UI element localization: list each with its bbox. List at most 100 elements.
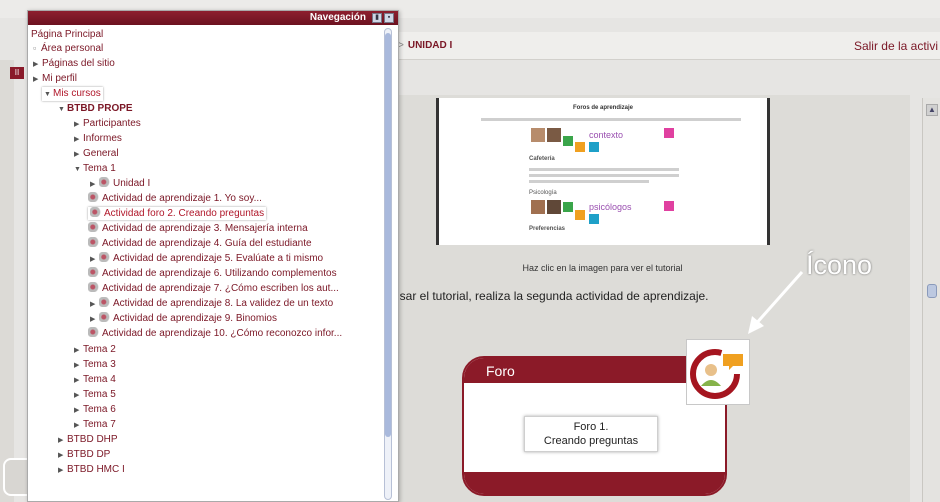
nav-item-label[interactable]: BTBD HMC I (67, 464, 125, 475)
nav-item-tema-5[interactable]: ▶ Tema 5 (74, 388, 116, 402)
collapse-arrow-icon[interactable]: ▼ (74, 163, 83, 176)
tutorial-swatch (664, 201, 674, 211)
nav-item-label[interactable]: General (83, 148, 119, 159)
nav-item-label[interactable]: Actividad de aprendizaje 1. Yo soy... (102, 193, 262, 204)
nav-item-label[interactable]: Actividad de aprendizaje 8. La validez d… (113, 298, 333, 309)
nav-item-label[interactable]: Página Principal (31, 29, 103, 40)
nav-item-label[interactable]: Tema 2 (83, 344, 116, 355)
nav-item-label[interactable]: Tema 1 (83, 163, 116, 174)
nav-item-label[interactable]: Actividad de aprendizaje 5. Evalúate a t… (113, 253, 323, 264)
foro-link-box[interactable]: Foro 1. Creando preguntas (524, 416, 658, 452)
nav-item-tema-1[interactable]: ▼ Tema 1 (74, 162, 116, 176)
tutorial-swatch (664, 128, 674, 138)
expand-arrow-icon[interactable]: ▶ (90, 313, 99, 326)
nav-item-label[interactable]: Mi perfil (42, 73, 77, 84)
nav-item-label[interactable]: Actividad de aprendizaje 7. ¿Cómo escrib… (102, 283, 339, 294)
nav-item-label[interactable]: BTBD PROPE (67, 103, 133, 114)
nav-item-activity-8[interactable]: ▶ Actividad de aprendizaje 8. La validez … (90, 297, 333, 311)
expand-arrow-icon[interactable]: ▶ (74, 419, 83, 432)
nav-item-label[interactable]: Participantes (83, 118, 141, 129)
breadcrumb-current[interactable]: UNIDAD I (408, 40, 452, 51)
nav-item-label[interactable]: Tema 3 (83, 359, 116, 370)
nav-item-label[interactable]: BTBD DP (67, 449, 110, 460)
nav-item-label[interactable]: BTBD DHP (67, 434, 118, 445)
scroll-thumb[interactable] (927, 284, 937, 298)
nav-item-activity-4[interactable]: Actividad de aprendizaje 4. Guía del est… (88, 237, 312, 250)
expand-arrow-icon[interactable]: ▶ (74, 344, 83, 357)
expand-arrow-icon[interactable]: ▶ (33, 73, 42, 86)
nav-item-label[interactable]: Actividad foro 2. Creando preguntas (104, 208, 264, 219)
nav-item-label[interactable]: Informes (83, 133, 122, 144)
collapse-icon[interactable]: ▪ (384, 13, 394, 23)
nav-item-activity-3[interactable]: Actividad de aprendizaje 3. Mensajería i… (88, 222, 308, 235)
nav-item-tema-2[interactable]: ▶ Tema 2 (74, 343, 116, 357)
nav-item-course-dp[interactable]: ▶ BTBD DP (58, 448, 110, 462)
nav-item-tema-6[interactable]: ▶ Tema 6 (74, 403, 116, 417)
navigation-block: Navegación ▮ ▪ Página Principal ▫ Área pe… (27, 10, 399, 502)
nav-item-activity-9[interactable]: ▶ Actividad de aprendizaje 9. Binomios (90, 312, 277, 326)
expand-arrow-icon[interactable]: ▶ (74, 148, 83, 161)
nav-item-activity-7[interactable]: Actividad de aprendizaje 7. ¿Cómo escrib… (88, 282, 339, 295)
expand-arrow-icon[interactable]: ▶ (74, 374, 83, 387)
expand-arrow-icon[interactable]: ▶ (74, 118, 83, 131)
expand-arrow-icon[interactable]: ▶ (90, 253, 99, 266)
nav-item-course-dhp[interactable]: ▶ BTBD DHP (58, 433, 118, 447)
nav-item-label[interactable]: Mis cursos (53, 88, 101, 99)
scroll-up-icon[interactable]: ▲ (926, 104, 938, 116)
nav-item-tema-7[interactable]: ▶ Tema 7 (74, 418, 116, 432)
nav-item-unidad-1[interactable]: ▶ Unidad I (90, 177, 150, 191)
nav-item-activity-2[interactable]: Actividad foro 2. Creando preguntas (88, 207, 267, 220)
nav-item-activity-1[interactable]: Actividad de aprendizaje 1. Yo soy... (88, 192, 262, 205)
expand-arrow-icon[interactable]: ▶ (33, 58, 42, 71)
nav-item-label[interactable]: Unidad I (113, 178, 150, 189)
expand-arrow-icon[interactable]: ▶ (58, 449, 67, 462)
nav-item-label[interactable]: Actividad de aprendizaje 4. Guía del est… (102, 238, 312, 249)
nav-item-label[interactable]: Actividad de aprendizaje 6. Utilizando c… (102, 268, 337, 279)
nav-item-activity-5[interactable]: ▶ Actividad de aprendizaje 5. Evalúate a … (90, 252, 323, 266)
nav-item-tema-3[interactable]: ▶ Tema 3 (74, 358, 116, 372)
expand-arrow-icon[interactable]: ▶ (58, 464, 67, 477)
expand-arrow-icon[interactable]: ▶ (90, 178, 99, 191)
nav-item-label[interactable]: Área personal (41, 43, 103, 54)
dock-toggle-icon[interactable]: II (10, 67, 24, 79)
nav-item-label[interactable]: Tema 4 (83, 374, 116, 385)
nav-item-course-hmc[interactable]: ▶ BTBD HMC I (58, 463, 125, 477)
nav-item-participants[interactable]: ▶ Participantes (74, 117, 141, 131)
expand-arrow-icon[interactable]: ▶ (74, 359, 83, 372)
nav-item-home[interactable]: Página Principal (31, 28, 103, 41)
content-scrollbar[interactable]: ▲ (922, 98, 940, 502)
expand-arrow-icon[interactable]: ▶ (90, 298, 99, 311)
expand-arrow-icon[interactable]: ▶ (74, 133, 83, 146)
nav-item-reports[interactable]: ▶ Informes (74, 132, 122, 146)
forum-icon[interactable] (686, 339, 750, 405)
page-icon (99, 177, 111, 187)
nav-item-general[interactable]: ▶ General (74, 147, 119, 161)
breadcrumb[interactable]: i >UNIDAD I (393, 40, 452, 51)
tutorial-swatch (589, 142, 599, 152)
navigation-scrollbar[interactable] (384, 28, 392, 500)
tutorial-thumbnail[interactable]: Foros de aprendizaje contexto Cafetería … (436, 98, 770, 245)
nav-item-tema-4[interactable]: ▶ Tema 4 (74, 373, 116, 387)
nav-item-label[interactable]: Páginas del sitio (42, 58, 115, 69)
collapse-arrow-icon[interactable]: ▼ (44, 88, 53, 101)
expand-arrow-icon[interactable]: ▶ (74, 404, 83, 417)
nav-item-label[interactable]: Tema 6 (83, 404, 116, 415)
collapse-arrow-icon[interactable]: ▼ (58, 103, 67, 116)
nav-item-activity-10[interactable]: Actividad de aprendizaje 10. ¿Cómo recon… (88, 327, 342, 340)
nav-item-label[interactable]: Tema 7 (83, 419, 116, 430)
nav-item-course-prope[interactable]: ▼ BTBD PROPE (58, 102, 133, 116)
dock-icon[interactable]: ▮ (372, 13, 382, 23)
nav-item-my-courses[interactable]: ▼ Mis cursos (42, 87, 103, 101)
nav-item-site-pages[interactable]: ▶ Páginas del sitio (33, 57, 115, 71)
nav-item-activity-6[interactable]: Actividad de aprendizaje 6. Utilizando c… (88, 267, 337, 280)
expand-arrow-icon[interactable]: ▶ (74, 389, 83, 402)
nav-item-personal[interactable]: ▫ Área personal (33, 42, 103, 55)
nav-item-label[interactable]: Actividad de aprendizaje 3. Mensajería i… (102, 223, 308, 234)
nav-item-label[interactable]: Actividad de aprendizaje 10. ¿Cómo recon… (102, 328, 342, 339)
nav-item-label[interactable]: Tema 5 (83, 389, 116, 400)
nav-item-profile[interactable]: ▶ Mi perfil (33, 72, 77, 86)
expand-arrow-icon[interactable]: ▶ (58, 434, 67, 447)
nav-item-label[interactable]: Actividad de aprendizaje 9. Binomios (113, 313, 277, 324)
logout-link[interactable]: Salir de la activi (854, 39, 938, 53)
navigation-scroll-thumb[interactable] (385, 33, 391, 437)
